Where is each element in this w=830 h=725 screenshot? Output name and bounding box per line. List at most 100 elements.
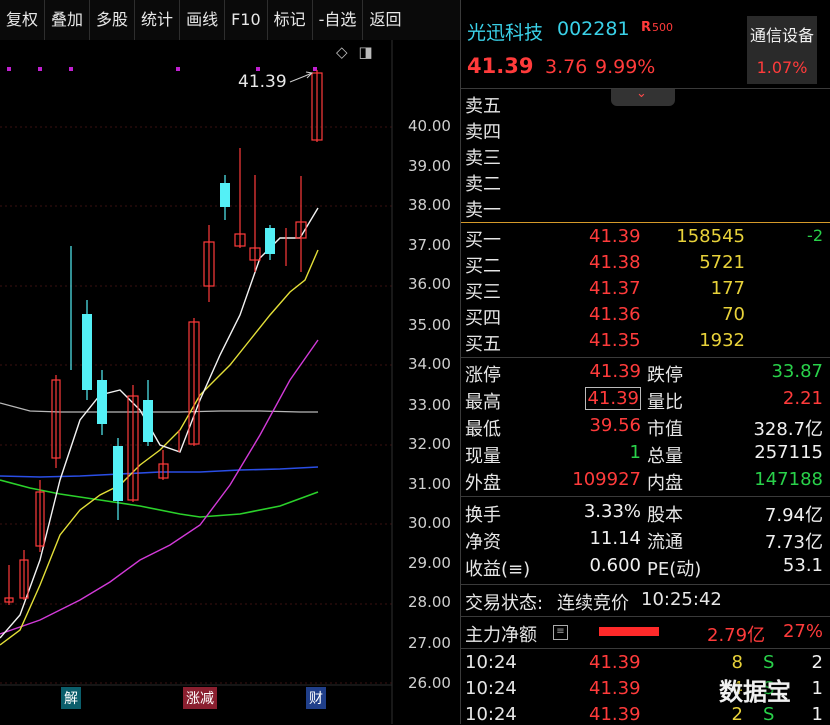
low-value: 39.56 (589, 415, 641, 436)
toolbar-fuquan-button[interactable]: 复权 (0, 0, 46, 40)
buy-3-label: 买三 (465, 282, 501, 303)
y-tick: 38.00 (408, 196, 451, 214)
outer-vol-label: 外盘 (465, 473, 501, 494)
y-tick: 34.00 (408, 355, 451, 373)
high-label: 最高 (465, 392, 501, 413)
toolbar-overlay-button[interactable]: 叠加 (45, 0, 91, 40)
quote-panel: 光迅科技 002281 R 500 通信设备 1.07% 41.39 3.76 … (460, 0, 830, 725)
y-tick: 28.00 (408, 593, 451, 611)
y-tick: 39.00 (408, 157, 451, 175)
y-tick: 32.00 (408, 435, 451, 453)
y-tick: 36.00 (408, 275, 451, 293)
inner-vol-label: 内盘 (647, 473, 683, 494)
tick-volume: 8 (731, 652, 743, 673)
candlestick-chart[interactable]: 41.39 ◇ ◨ 40.00 39.00 38.00 37.00 36.00 … (0, 40, 460, 724)
tick-time: 10:24 (465, 652, 517, 673)
toolbar-draw-line-button[interactable]: 画线 (180, 0, 226, 40)
sector-name: 通信设备 (749, 26, 814, 45)
tick-time: 10:24 (465, 678, 517, 699)
vol-ratio-label: 量比 (647, 392, 683, 413)
buy-3-volume: 177 (710, 278, 745, 299)
collapse-tab[interactable]: ⌄ (611, 86, 675, 106)
diamond-icon[interactable]: ◇ (336, 43, 348, 61)
buy-3-price: 41.37 (589, 278, 641, 299)
unlock-badge[interactable]: 解 (61, 687, 81, 709)
current-vol-label: 现量 (465, 446, 501, 467)
buy-1-change: -2 (807, 226, 823, 245)
net-asset-label: 净资 (465, 532, 501, 553)
ma250-line (0, 402, 318, 413)
eps-value: 0.600 (589, 555, 641, 576)
price-axis: 40.00 39.00 38.00 37.00 36.00 35.00 34.0… (390, 40, 460, 724)
sell-2-label: 卖二 (465, 174, 501, 195)
pe-value: 53.1 (782, 555, 823, 576)
low-label: 最低 (465, 419, 501, 440)
tick-count: 1 (811, 704, 823, 725)
outer-vol-value: 109927 (572, 469, 641, 490)
y-tick: 40.00 (408, 117, 451, 135)
buy-1-price: 41.39 (589, 226, 641, 247)
y-tick: 33.00 (408, 396, 451, 414)
high-value: 41.39 (585, 387, 641, 410)
limit-up-label: 涨停 (465, 365, 501, 386)
sell-3-label: 卖三 (465, 148, 501, 169)
r-tag: R (641, 20, 652, 35)
main-flow-value: 2.79亿 (707, 625, 766, 646)
y-tick: 37.00 (408, 236, 451, 254)
buy-4-label: 买四 (465, 308, 501, 329)
float-label: 流通 (647, 532, 683, 553)
sell-1-label: 卖一 (465, 200, 501, 221)
pe-label: PE(动) (647, 559, 702, 580)
buy-5-volume: 1932 (699, 330, 745, 351)
sector-box[interactable]: 通信设备 1.07% (747, 16, 817, 84)
tick-volume: 2 (731, 704, 743, 725)
buy-1-label: 买一 (465, 230, 501, 251)
tick-side: S (763, 652, 775, 673)
sector-change: 1.07% (756, 58, 808, 77)
chart-toolbar: 复权 叠加 多股 统计 画线 F10 标记 -自选 返回 (0, 0, 460, 41)
main-flow-pct: 27% (782, 621, 823, 642)
list-icon[interactable]: ≡ (553, 625, 568, 640)
main-flow-label[interactable]: 主力净额 (465, 621, 537, 647)
financial-badge[interactable]: 财 (306, 687, 326, 709)
buy-2-volume: 5721 (699, 252, 745, 273)
toolbar-mark-button[interactable]: 标记 (268, 0, 313, 40)
y-tick: 27.00 (408, 634, 451, 652)
toolbar-f10-button[interactable]: F10 (225, 0, 268, 40)
toolbar-remove-watchlist-button[interactable]: -自选 (313, 0, 364, 40)
y-tick: 26.00 (408, 674, 451, 692)
stock-name[interactable]: 光迅科技 (467, 18, 543, 45)
buy-5-label: 买五 (465, 334, 501, 355)
limit-down-label: 跌停 (647, 365, 683, 386)
limit-reduce-badge[interactable]: 涨减 (183, 687, 217, 709)
ma120-line (0, 479, 319, 518)
mkt-cap-value: 328.7亿 (753, 419, 823, 440)
main-flow-bar (599, 627, 659, 636)
turnover-label: 换手 (465, 505, 501, 526)
ma10-line (0, 249, 319, 646)
inner-vol-value: 147188 (754, 469, 823, 490)
vol-ratio-value: 2.21 (782, 388, 823, 409)
price-change: 3.76 (545, 56, 588, 78)
ma20-line (0, 339, 319, 635)
tick-count: 2 (811, 652, 823, 673)
limit-down-value: 33.87 (771, 361, 823, 382)
float-value: 7.73亿 (764, 532, 823, 553)
toolbar-multi-stock-button[interactable]: 多股 (90, 0, 136, 40)
last-price: 41.39 (467, 54, 534, 78)
eps-label: 收益(≡) (465, 559, 531, 580)
buy-4-price: 41.36 (589, 304, 641, 325)
watermark: 数据宝 (719, 678, 791, 706)
toolbar-back-button[interactable]: 返回 (363, 0, 407, 40)
shares-value: 7.94亿 (764, 505, 823, 526)
r-tag-sub: 500 (652, 21, 673, 34)
mkt-cap-label: 市值 (647, 419, 683, 440)
toolbar-stats-button[interactable]: 统计 (135, 0, 181, 40)
last-price-annotation: 41.39 (238, 72, 287, 92)
stock-app-screen: 复权 叠加 多股 统计 画线 F10 标记 -自选 返回 41.39 ◇ ◨ 4… (0, 0, 830, 725)
price-change-pct: 9.99% (595, 56, 656, 78)
chart-icons: ◇ ◨ (336, 43, 373, 61)
panel-toggle-icon[interactable]: ◨ (358, 43, 372, 61)
stock-code: 002281 (557, 18, 630, 40)
y-tick: 29.00 (408, 554, 451, 572)
